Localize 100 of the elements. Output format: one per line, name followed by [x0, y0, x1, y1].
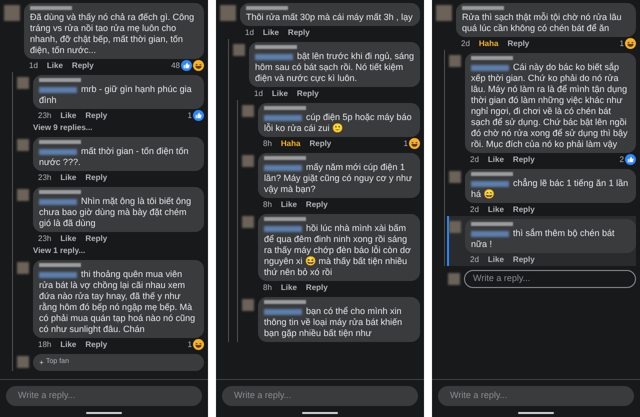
- comment-action-link[interactable]: Reply: [306, 198, 328, 210]
- avatar-placeholder: [233, 44, 245, 56]
- blurred-name: [39, 190, 81, 194]
- comment-action-link[interactable]: Reply: [296, 88, 319, 100]
- comment-time: 1d: [245, 26, 254, 38]
- comment-text: Nhìn mặt ông là tôi biết ông chưa bao giờ dùng mà bày đặt chém gió là đã dùng: [39, 196, 192, 229]
- comment-time: 1d: [29, 60, 38, 72]
- avatar-placeholder: [17, 356, 29, 368]
- home-indicator: [86, 412, 122, 414]
- avatar-placeholder: [4, 5, 20, 21]
- comment-text: Đã dùng và thấy nó chả ra đếch gì. Công tráng vs rửa nồi tao rửa mẹ luôn cho nhanh, đỡ chật bếp, mất thời gian, tốn điện, tốn nước...: [30, 12, 196, 56]
- comment-action-link[interactable]: Reply: [72, 60, 94, 72]
- avatar-placeholder: [17, 139, 29, 151]
- avatar-placeholder: [242, 216, 254, 228]
- comment-text: thì sắm thêm bộ chén bát nữa !: [471, 228, 616, 250]
- comment-text: mấy năm mới cúp điện 1 lần? Máy giặt cũng có nguy cơ y như vậy mà bạn?: [264, 162, 414, 195]
- avatar-placeholder: [242, 299, 254, 311]
- blurred-name: [471, 56, 513, 60]
- view-replies-link[interactable]: View 1 reply...: [33, 245, 86, 257]
- reaction-count: 1: [188, 110, 192, 122]
- comment-text: thi thoảng quên mua viên rửa bát là vợ chồng lại cãi nhau xem đứa nào rửa tay hnay, đã thế y như rằng hôm đó bếp nó ngập mẹ bếp. Mà có phải mua quán tạp hoá nào nó cũng có như sunlight đâu. Chán: [39, 269, 196, 335]
- comment-action-link[interactable]: Reply: [512, 254, 535, 266]
- comment-action-link[interactable]: Reply: [85, 172, 108, 184]
- comment-action-link[interactable]: Reply: [309, 138, 332, 150]
- reaction-count: 2: [620, 154, 624, 166]
- comment-action-link[interactable]: Like: [46, 60, 63, 72]
- home-indicator: [518, 412, 554, 414]
- comment-action-link[interactable]: Like: [60, 338, 76, 350]
- comment-text: mrb - giữ gìn hạnh phúc gia đình: [39, 84, 193, 106]
- comment-text: mất thời gian - tốn điện tốn nước ???.: [39, 146, 190, 168]
- blurred-name: [264, 300, 306, 304]
- comment-text: Rửa thì sạch thật mỗi tội chờ nó rửa lâu quá lúc cần không có chén bát để ăn: [462, 12, 623, 34]
- blurred-name: [255, 45, 297, 49]
- blurred-name: [264, 106, 306, 110]
- avatar-placeholder: [436, 5, 452, 21]
- avatar-placeholder: [17, 189, 29, 201]
- home-indicator: [302, 412, 338, 414]
- comment-text: bật lên trước khi đi ngủ, sáng hôm sau có bát sạch rồi. Nó tiết kiệm điện và nước cực kì luôn.: [255, 51, 414, 84]
- comment-action-link[interactable]: Reply: [507, 38, 530, 50]
- comment-action-link[interactable]: Haha: [280, 138, 300, 150]
- comment-time: 2d: [470, 204, 479, 216]
- blurred-name: [471, 172, 513, 176]
- comment-action-link[interactable]: Like: [262, 26, 279, 38]
- reaction-count: 48: [171, 60, 180, 72]
- avatar-placeholder: [17, 262, 29, 274]
- blurred-name: [39, 78, 81, 82]
- avatar-placeholder: [448, 273, 460, 285]
- comment-text: cúp điện 5p hoặc máy báo lỗi ko rửa cái zui 🙂: [264, 112, 413, 134]
- comment-time: 8h: [263, 282, 272, 294]
- blurred-name: [264, 156, 306, 160]
- blurred-name: [462, 6, 504, 10]
- reaction-count: 1: [188, 338, 192, 350]
- comment-text: Thôi rửa mất 30p mà cái máy mất 3h , lạy: [246, 12, 414, 23]
- blurred-name: [39, 140, 81, 144]
- avatar-placeholder: [449, 171, 461, 183]
- comment-action-link[interactable]: Reply: [85, 232, 108, 244]
- comment-action-link[interactable]: Like: [60, 110, 76, 122]
- comment-action-link[interactable]: Like: [280, 198, 297, 210]
- comment-action-link[interactable]: Reply: [288, 26, 310, 38]
- view-replies-link[interactable]: View 9 replies...: [33, 122, 92, 134]
- comment-time: 18h: [38, 338, 52, 350]
- comment-text: bạn có thể cho mình xin thông tin về loại máy rửa bát khiến bạn gặp nhiều bất tiện như: [264, 306, 404, 339]
- comment-time: 8h: [263, 138, 272, 150]
- comment-action-link[interactable]: Like: [60, 172, 76, 184]
- comment-time: 23h: [38, 110, 52, 122]
- comment-time: 2d: [470, 254, 479, 266]
- reaction-count: 1: [404, 138, 408, 150]
- avatar-placeholder: [220, 5, 236, 21]
- comment-action-link[interactable]: Like: [488, 254, 504, 266]
- comment-action-link[interactable]: Reply: [512, 204, 535, 216]
- avatar-placeholder: [449, 55, 461, 67]
- sparkle-icon: [39, 360, 44, 365]
- comment-action-link[interactable]: Reply: [85, 110, 108, 122]
- comment-time: 8h: [263, 198, 272, 210]
- comment-action-link[interactable]: Like: [272, 88, 288, 100]
- comment-text: chẳng lẽ bác 1 tiếng ăn 1 lần há 😄: [471, 178, 630, 200]
- comment-time: 23h: [38, 232, 52, 244]
- avatar-placeholder: [17, 77, 29, 89]
- comment-time: 1d: [254, 88, 263, 100]
- reply-input-field[interactable]: Write a reply...: [464, 270, 636, 288]
- comment-action-link[interactable]: Reply: [306, 282, 328, 294]
- comment-action-link[interactable]: Reply: [85, 338, 108, 350]
- comment-text: hồi lúc nhà mình xài bấm để qua đêm đinh ninh xong rồi sáng ra thấy máy chớp đèn báo lỗi còn dơ nguyên xi 😆 mà thấy bất tiện nhiều thứ nên bỏ xó rồi: [264, 223, 412, 278]
- comment-text: Cái này do bác ko biết sắp xếp thời gian. Chứ ko phải do nó rửa lâu. Máy nó làm ra là để mình tận dụng thời gian đó làm những việc khác như nghỉ ngơi, đi chơi về là có chén bát sạch để sử dụng. Chứ bác bật lên ngồi đó chờ nó rửa xong để sử dụng thì bậy rồi. Mục đích của nó ko phải làm vậy: [471, 62, 629, 150]
- comment-action-link[interactable]: Like: [488, 204, 504, 216]
- avatar-placeholder: [242, 155, 254, 167]
- comment-action-link[interactable]: Haha: [478, 38, 498, 50]
- reaction-count: 1: [620, 38, 624, 50]
- blurred-name: [30, 6, 72, 10]
- comment-action-link[interactable]: Like: [488, 154, 504, 166]
- blurred-name: [264, 217, 306, 221]
- comment-time: 23h: [38, 172, 52, 184]
- avatar-placeholder: [449, 221, 461, 233]
- blurred-name: [246, 6, 288, 10]
- comment-time: 2d: [470, 154, 479, 166]
- comment-action-link[interactable]: Like: [280, 282, 297, 294]
- avatar-placeholder: [242, 105, 254, 117]
- comment-action-link[interactable]: Like: [60, 232, 76, 244]
- comment-action-link[interactable]: Reply: [512, 154, 535, 166]
- comment-time: 2d: [461, 38, 470, 50]
